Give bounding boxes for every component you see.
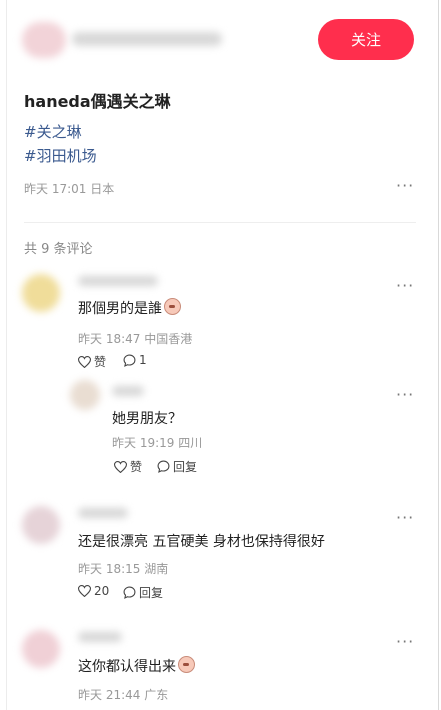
comment-username[interactable]	[78, 276, 158, 286]
like-button[interactable]: 20	[78, 584, 109, 598]
avatar[interactable]	[70, 380, 100, 410]
comment-meta: 昨天 18:15 湖南	[78, 562, 169, 576]
tag-link[interactable]: #关之琳	[24, 121, 82, 142]
emoji-icon	[178, 656, 195, 673]
heart-icon	[78, 585, 91, 597]
comment-text: 那個男的是誰	[78, 298, 181, 318]
comment-count: 共 9 条评论	[24, 242, 93, 257]
post-meta: 昨天 17:01 日本	[24, 182, 115, 196]
comment-text: 她男朋友？	[112, 411, 182, 427]
more-icon[interactable]: ···	[396, 276, 414, 295]
author-avatar[interactable]	[22, 22, 66, 58]
divider	[24, 222, 416, 223]
comment-meta: 昨天 19:19 四川	[112, 436, 203, 450]
comment-icon	[123, 354, 136, 367]
more-icon[interactable]: ···	[396, 385, 414, 404]
reply-button[interactable]: 1	[123, 353, 147, 367]
comment-username[interactable]	[112, 386, 144, 396]
heart-icon	[78, 355, 91, 368]
comment-icon	[123, 586, 136, 599]
comment-username[interactable]	[78, 508, 128, 518]
more-icon[interactable]: ···	[396, 508, 414, 527]
author-name[interactable]	[72, 32, 222, 46]
like-button[interactable]: 赞	[78, 353, 106, 370]
heart-icon	[114, 460, 127, 473]
comment-meta: 昨天 18:47 中国香港	[78, 332, 193, 346]
comment-meta: 昨天 21:44 广东	[78, 688, 169, 702]
avatar[interactable]	[22, 274, 60, 312]
like-button[interactable]: 赞	[114, 458, 142, 475]
comment-icon	[157, 460, 170, 473]
more-icon[interactable]: ···	[396, 176, 414, 195]
follow-button[interactable]: 关注	[318, 19, 414, 60]
more-icon[interactable]: ···	[396, 632, 414, 651]
post-title: haneda偶遇关之琳	[24, 92, 171, 111]
tag-link[interactable]: #羽田机场	[24, 145, 97, 166]
comment-text: 还是很漂亮 五官硬美 身材也保持得很好	[78, 534, 325, 550]
reply-button[interactable]: 回复	[123, 584, 163, 601]
reply-button[interactable]: 回复	[157, 458, 197, 475]
comment-username[interactable]	[78, 632, 122, 642]
emoji-icon	[164, 298, 181, 315]
avatar[interactable]	[22, 506, 60, 544]
comment-text: 这你都认得出来	[78, 656, 195, 676]
avatar[interactable]	[22, 630, 60, 668]
